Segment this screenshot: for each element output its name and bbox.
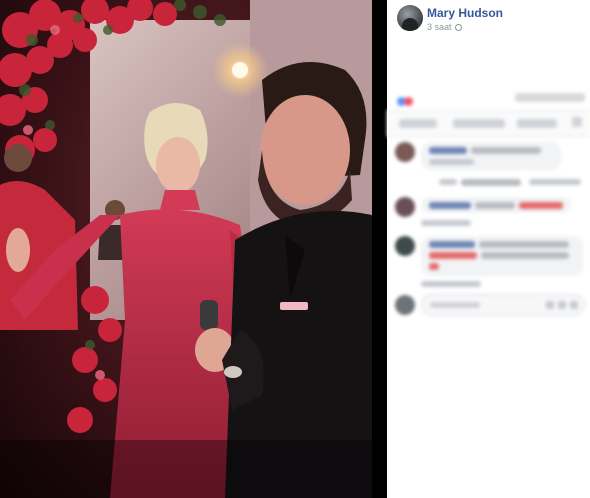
photo-illustration (0, 0, 372, 498)
share-action-blurred[interactable] (517, 119, 557, 128)
post-timestamp[interactable]: 3 saat (427, 22, 462, 32)
reaction-count-blurred (515, 93, 585, 102)
post-photo[interactable] (0, 0, 372, 498)
comment-meta-blurred (421, 220, 471, 226)
like-action-blurred[interactable] (399, 119, 437, 128)
comment-item (395, 236, 585, 290)
reactions-bar[interactable] (395, 90, 585, 106)
author-name[interactable]: Mary Hudson (427, 6, 503, 20)
comment-item (395, 197, 585, 231)
commenter-name-blurred[interactable] (429, 202, 471, 209)
comment-mention-blurred[interactable] (429, 252, 477, 259)
commenter-name-blurred[interactable] (429, 147, 467, 154)
comment-meta-blurred (429, 159, 474, 165)
timestamp-text[interactable]: 3 saat (427, 22, 452, 32)
camera-icon[interactable] (558, 301, 566, 309)
post-side-panel: Mary Hudson 3 saat (387, 0, 590, 498)
love-reaction-icon (404, 97, 413, 106)
reply-meta-blurred (529, 179, 581, 185)
commenter-avatar[interactable] (395, 142, 415, 162)
post-action-bar (387, 110, 590, 137)
comment-emoji-blurred (429, 263, 439, 270)
comment-text-blurred (471, 147, 541, 154)
post-header: Mary Hudson 3 saat (397, 5, 587, 33)
commenter-avatar[interactable] (395, 197, 415, 217)
comment-bubble (421, 236, 583, 276)
viewer-avatar (395, 295, 415, 315)
commenter-avatar[interactable] (395, 236, 415, 256)
comment-text-blurred (475, 202, 515, 209)
settings-icon[interactable] (572, 117, 582, 127)
reaction-icons (397, 93, 423, 106)
comment-text-blurred (479, 241, 569, 248)
emoji-icon[interactable] (546, 301, 554, 309)
reply-preview-blurred[interactable] (461, 179, 521, 186)
author-avatar[interactable] (397, 5, 423, 31)
comment-item (395, 142, 585, 192)
comment-input[interactable] (421, 294, 585, 316)
comment-meta-blurred (421, 281, 481, 287)
comment-placeholder-blurred (430, 302, 480, 308)
commenter-name-blurred[interactable] (429, 241, 475, 248)
comment-bubble (421, 197, 571, 213)
photo-viewer (0, 0, 387, 498)
comment-bubble (421, 142, 561, 170)
comment-mention-blurred[interactable] (519, 202, 563, 209)
write-comment-box (395, 293, 585, 317)
sticker-icon[interactable] (570, 301, 578, 309)
reply-icon[interactable] (439, 179, 457, 185)
comment-action-blurred[interactable] (453, 119, 505, 128)
comment-text-blurred (481, 252, 569, 259)
globe-icon (454, 24, 462, 31)
